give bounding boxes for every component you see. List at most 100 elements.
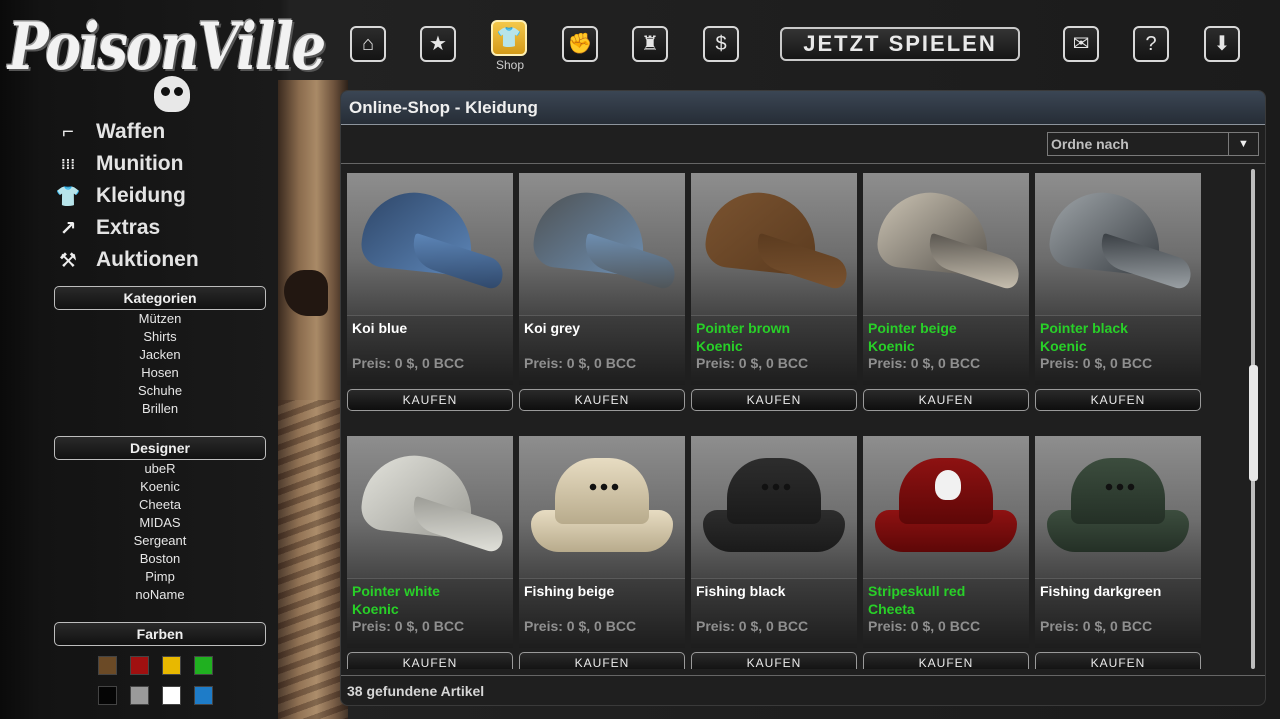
logo[interactable]: PoisonVille (8, 4, 326, 114)
skull-print (935, 470, 961, 500)
product-price: Preis: 0 $, 0 BCC (1040, 618, 1153, 634)
product-card[interactable]: Fishing beige Preis: 0 $, 0 BCC KAUFEN (519, 436, 685, 669)
product-image[interactable] (519, 436, 685, 578)
kategorie-item[interactable]: Hosen (54, 364, 266, 382)
product-price: Preis: 0 $, 0 BCC (1040, 355, 1153, 371)
designer-item[interactable]: MIDAS (54, 514, 266, 532)
product-card[interactable]: Koi blue Preis: 0 $, 0 BCC KAUFEN (347, 173, 513, 413)
color-swatch-red[interactable] (130, 656, 149, 675)
kategorie-item[interactable]: Schuhe (54, 382, 266, 400)
designer-item[interactable]: Sergeant (54, 532, 266, 550)
product-card[interactable]: Pointer beige Koenic Preis: 0 $, 0 BCC KAUF… (863, 173, 1029, 413)
product-image[interactable] (691, 436, 857, 578)
sort-row: Ordne nach ▼ (341, 126, 1265, 164)
product-image[interactable] (347, 173, 513, 315)
product-card[interactable]: Pointer white Koenic Preis: 0 $, 0 BCC KAUF… (347, 436, 513, 669)
product-name[interactable]: Stripeskull red Cheeta (868, 582, 1024, 618)
buy-button[interactable]: KAUFEN (863, 389, 1029, 411)
product-title: Koi grey (524, 320, 581, 336)
product-card[interactable]: Fishing darkgreen Preis: 0 $, 0 BCC KAUFEN (1035, 436, 1201, 669)
sort-dropdown[interactable]: Ordne nach ▼ (1047, 132, 1259, 156)
buy-button[interactable]: KAUFEN (1035, 652, 1201, 669)
buy-button[interactable]: KAUFEN (347, 652, 513, 669)
star-icon[interactable]: ★ (420, 26, 456, 62)
designer-item[interactable]: ubeR (54, 460, 266, 478)
color-swatch-blue[interactable] (194, 686, 213, 705)
bottles-glyph: ♜ (641, 33, 659, 55)
product-title: Fishing darkgreen (1040, 583, 1162, 599)
menu-item-auktionen[interactable]: ⚒ Auktionen (54, 246, 274, 274)
color-swatch-white[interactable] (162, 686, 181, 705)
product-name[interactable]: Fishing darkgreen (1040, 582, 1196, 600)
menu-label: Auktionen (96, 248, 199, 271)
product-card[interactable]: Fishing black Preis: 0 $, 0 BCC KAUFEN (691, 436, 857, 669)
product-card[interactable]: Pointer black Koenic Preis: 0 $, 0 BCC KAUF… (1035, 173, 1201, 413)
designer-item[interactable]: Koenic (54, 478, 266, 496)
ammo-icon: ⁞⁞⁞ (61, 156, 75, 172)
scrollbar-thumb[interactable] (1249, 365, 1258, 481)
product-image[interactable] (691, 173, 857, 315)
product-title: Pointer beige (868, 320, 957, 336)
buy-button[interactable]: KAUFEN (863, 652, 1029, 669)
product-image[interactable] (519, 173, 685, 315)
chat-icon[interactable]: ✉ (1063, 26, 1099, 62)
buy-button[interactable]: KAUFEN (519, 389, 685, 411)
product-image[interactable] (863, 173, 1029, 315)
product-card[interactable]: Koi grey Preis: 0 $, 0 BCC KAUFEN (519, 173, 685, 413)
play-now-button[interactable]: JETZT SPIELEN (780, 27, 1020, 61)
product-card[interactable]: Pointer brown Koenic Preis: 0 $, 0 BCC KAUF… (691, 173, 857, 413)
help-icon[interactable]: ? (1133, 26, 1169, 62)
color-swatch-brown[interactable] (98, 656, 117, 675)
kategorie-item[interactable]: Shirts (54, 328, 266, 346)
product-image[interactable] (1035, 173, 1201, 315)
shop-shirt-icon[interactable]: 👕 (491, 20, 527, 56)
kategorie-item[interactable]: Mützen (54, 310, 266, 328)
fist-icon[interactable]: ✊ (562, 26, 598, 62)
color-swatch-grey[interactable] (130, 686, 149, 705)
product-name[interactable]: Fishing black (696, 582, 852, 600)
product-image[interactable] (1035, 436, 1201, 578)
product-card[interactable]: Stripeskull red Cheeta Preis: 0 $, 0 BCC KA… (863, 436, 1029, 669)
product-name[interactable]: Pointer black Koenic (1040, 319, 1196, 355)
color-swatch-yellow[interactable] (162, 656, 181, 675)
hat-crown (555, 458, 649, 524)
kategorie-item[interactable]: Jacken (54, 346, 266, 364)
designer-item[interactable]: noName (54, 586, 266, 604)
bottles-icon[interactable]: ♜ (632, 26, 668, 62)
product-image[interactable] (863, 436, 1029, 578)
buy-button[interactable]: KAUFEN (691, 389, 857, 411)
product-title: Pointer brown (696, 320, 791, 336)
menu-item-kleidung[interactable]: 👕 Kleidung (54, 182, 274, 210)
product-designer: Koenic (1040, 338, 1087, 354)
product-name[interactable]: Pointer beige Koenic (868, 319, 1024, 355)
menu-item-extras[interactable]: ↗ Extras (54, 214, 274, 242)
chevron-down-icon[interactable]: ▼ (1228, 133, 1258, 155)
product-title: Koi blue (352, 320, 408, 336)
product-name[interactable]: Pointer brown Koenic (696, 319, 852, 355)
menu-label: Extras (96, 216, 161, 239)
menu-item-munition[interactable]: ⁞⁞⁞ Munition (54, 150, 274, 178)
product-info: Pointer black Koenic Preis: 0 $, 0 BCC (1035, 315, 1201, 385)
designer-item[interactable]: Pimp (54, 568, 266, 586)
dollar-icon[interactable]: $ (703, 26, 739, 62)
buy-button[interactable]: KAUFEN (691, 652, 857, 669)
product-image[interactable] (347, 436, 513, 578)
designer-item[interactable]: Boston (54, 550, 266, 568)
product-name[interactable]: Fishing beige (524, 582, 680, 600)
product-name[interactable]: Pointer white Koenic (352, 582, 508, 618)
buy-button[interactable]: KAUFEN (1035, 389, 1201, 411)
product-name[interactable]: Koi grey (524, 319, 680, 337)
product-name[interactable]: Koi blue (352, 319, 508, 337)
home-icon[interactable]: ⌂ (350, 26, 386, 62)
color-swatch-green[interactable] (194, 656, 213, 675)
chat-glyph: ✉ (1072, 33, 1090, 55)
designer-list: ubeR Koenic Cheeta MIDAS Sergeant Boston… (54, 460, 266, 604)
designer-item[interactable]: Cheeta (54, 496, 266, 514)
download-icon[interactable]: ⬇ (1204, 26, 1240, 62)
buy-button[interactable]: KAUFEN (519, 652, 685, 669)
buy-button[interactable]: KAUFEN (347, 389, 513, 411)
product-title: Pointer black (1040, 320, 1128, 336)
menu-item-waffen[interactable]: ⌐ Waffen (54, 118, 274, 146)
color-swatch-black[interactable] (98, 686, 117, 705)
kategorie-item[interactable]: Brillen (54, 400, 266, 418)
